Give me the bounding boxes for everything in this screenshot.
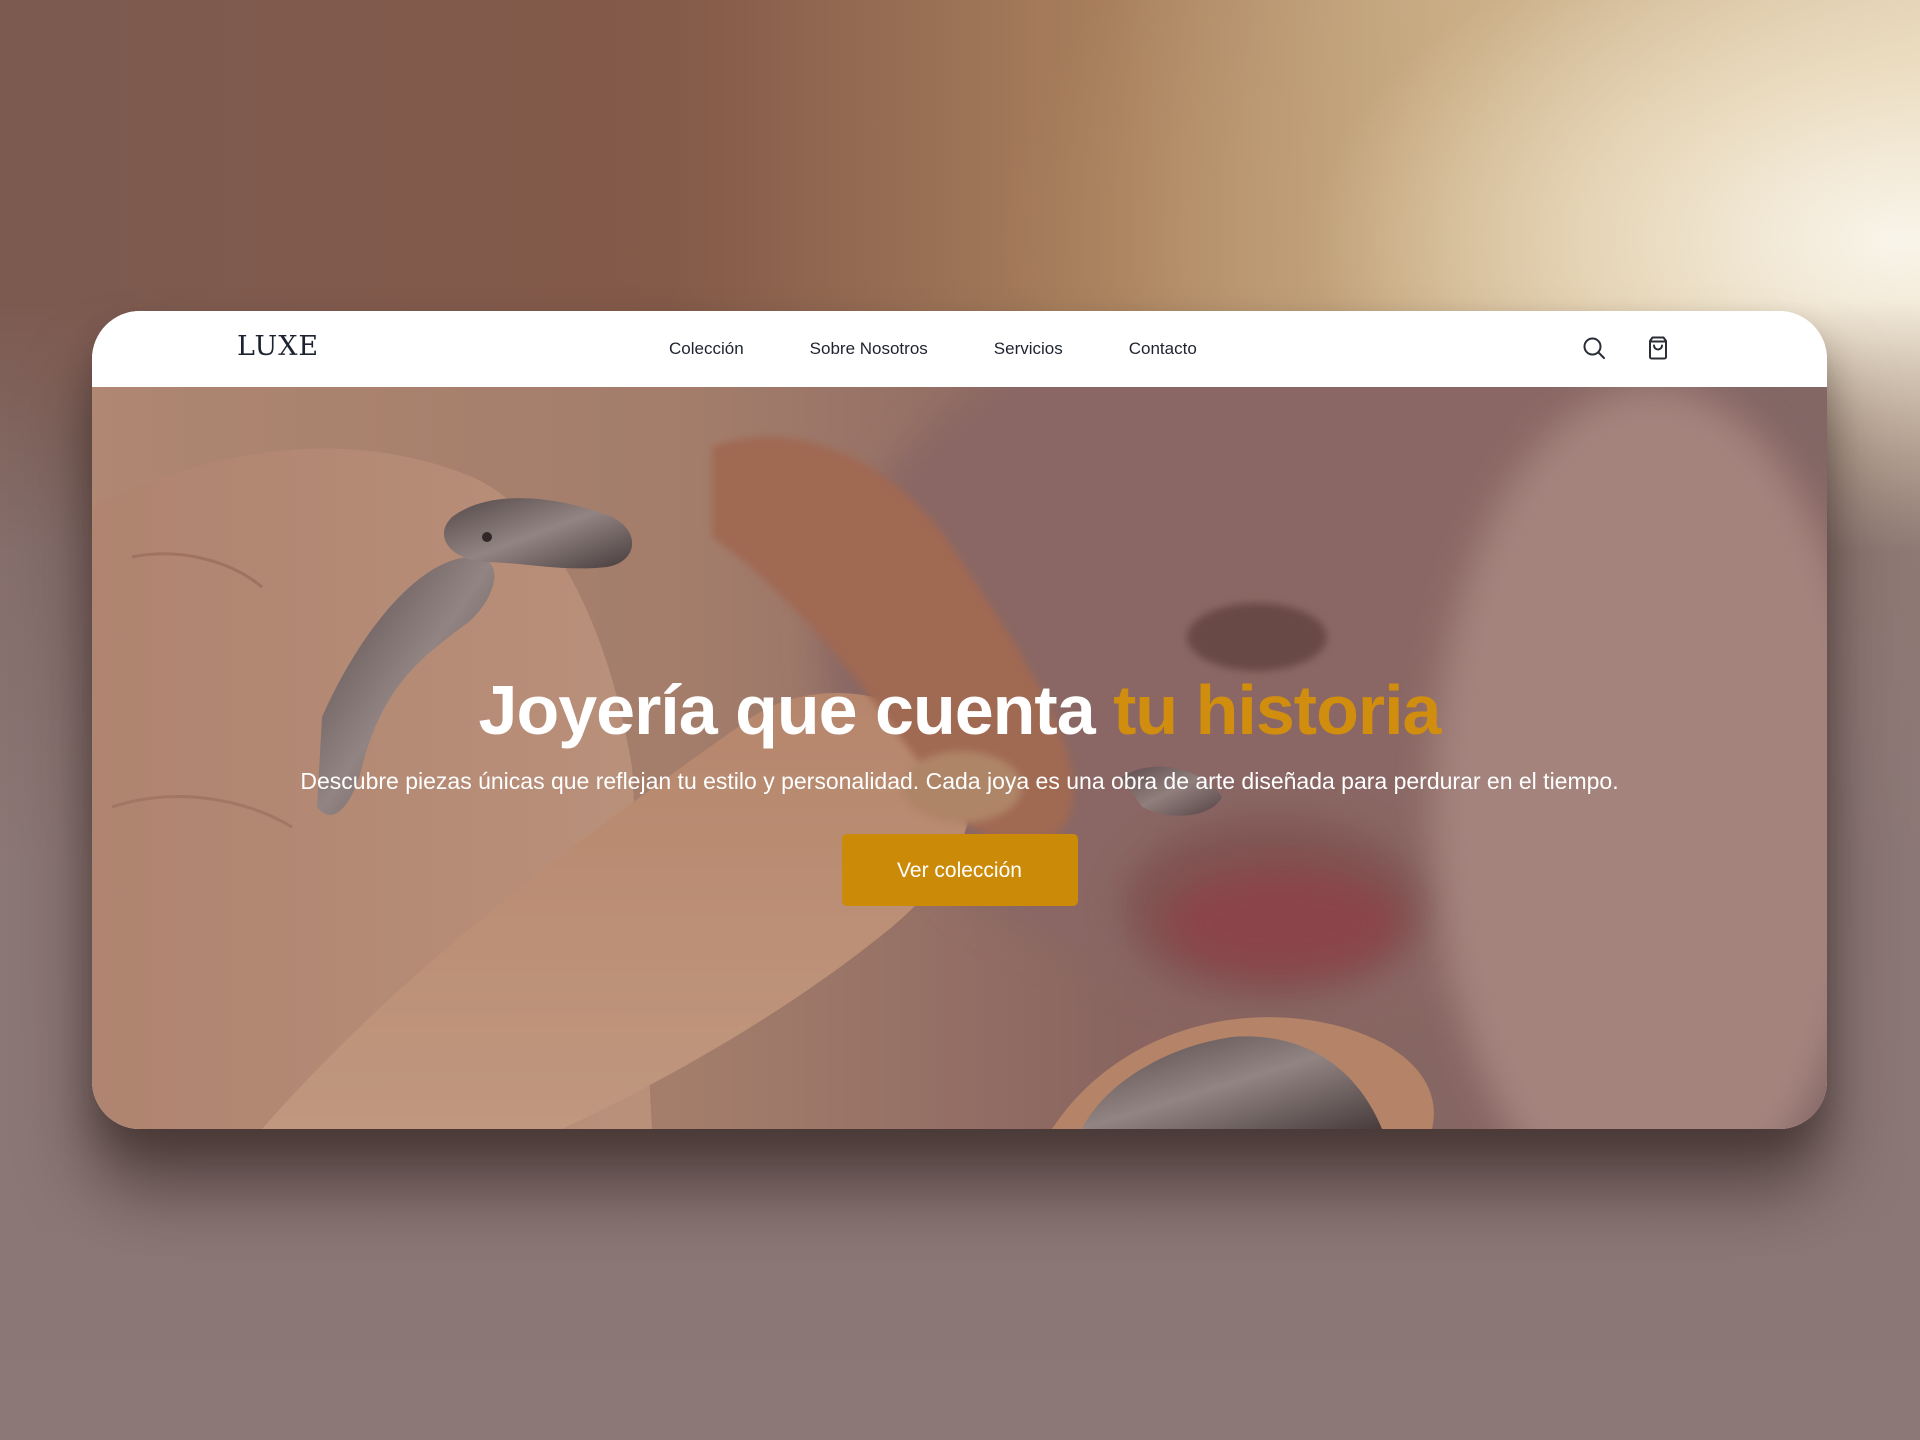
brand-logo[interactable]: LUXE <box>237 331 319 362</box>
hero-subtitle: Descubre piezas únicas que reflejan tu e… <box>300 768 1619 794</box>
shopping-bag-icon[interactable] <box>1645 335 1671 361</box>
search-icon[interactable] <box>1581 335 1607 361</box>
nav-links: Colección Sobre Nosotros Servicios Conta… <box>669 339 1263 359</box>
nav-link-coleccion[interactable]: Colección <box>669 339 744 359</box>
browser-window: LUXE Colección Sobre Nosotros Servicios … <box>92 311 1827 1129</box>
hero-title-accent: tu historia <box>1113 671 1441 749</box>
view-collection-button[interactable]: Ver colección <box>841 834 1078 906</box>
nav-link-sobre-nosotros[interactable]: Sobre Nosotros <box>810 339 928 359</box>
hero-section: Joyería que cuenta tu historia Descubre … <box>92 387 1827 1129</box>
nav-actions <box>1581 335 1671 361</box>
hero-title-main: Joyería que cuenta <box>478 671 1096 749</box>
nav-link-servicios[interactable]: Servicios <box>994 339 1063 359</box>
hero-content: Joyería que cuenta tu historia Descubre … <box>92 670 1827 906</box>
navbar: LUXE Colección Sobre Nosotros Servicios … <box>92 311 1827 387</box>
nav-link-contacto[interactable]: Contacto <box>1129 339 1197 359</box>
hero-title: Joyería que cuenta tu historia <box>92 670 1827 750</box>
